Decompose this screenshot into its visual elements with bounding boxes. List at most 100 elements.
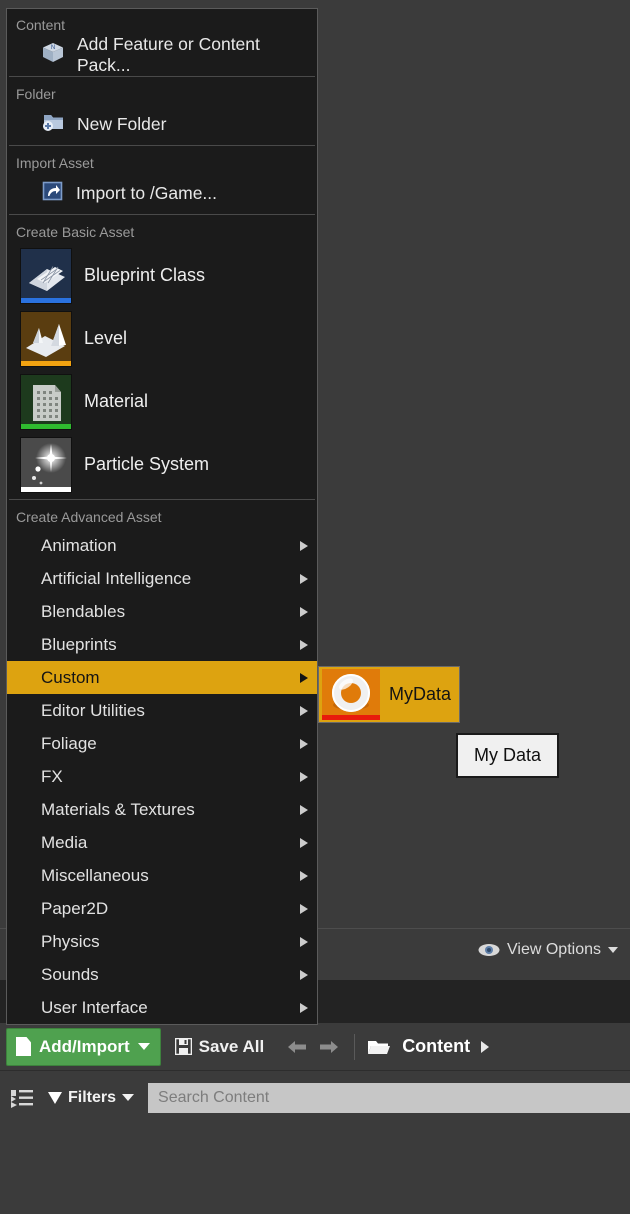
menu-item-label: Media — [41, 832, 88, 852]
menu-item-label: Physics — [41, 931, 100, 951]
content-browser-toolbar: Add/Import Save All Content — [0, 1023, 630, 1071]
add-import-label: Add/Import — [39, 1036, 130, 1056]
chevron-right-icon — [300, 837, 308, 848]
menu-separator — [9, 214, 315, 215]
section-heading-create-advanced-asset: Create Advanced Asset — [16, 509, 162, 525]
menu-item-import-to-game[interactable]: Import to /Game... — [7, 175, 317, 211]
menu-item-physics[interactable]: Physics — [7, 925, 317, 958]
toolbar-divider — [354, 1033, 356, 1060]
menu-item-label: Materials & Textures — [41, 799, 195, 819]
blueprint-class-icon — [20, 247, 72, 304]
submenu-item-mydata[interactable]: MyData — [319, 667, 459, 722]
content-pack-box-icon: N — [41, 41, 65, 69]
menu-item-blueprints[interactable]: Blueprints — [7, 628, 317, 661]
svg-text:N: N — [51, 45, 55, 51]
menu-item-miscellaneous[interactable]: Miscellaneous — [7, 859, 317, 892]
search-input[interactable] — [148, 1082, 630, 1113]
filters-label: Filters — [68, 1088, 117, 1106]
menu-separator — [9, 76, 315, 77]
tooltip: My Data — [456, 733, 560, 778]
save-all-label: Save All — [198, 1036, 265, 1056]
arrow-right-icon[interactable] — [318, 1038, 340, 1056]
section-heading-create-basic-asset: Create Basic Asset — [16, 224, 135, 240]
import-arrow-icon — [41, 180, 64, 207]
menu-item-label: Material — [84, 391, 149, 411]
material-icon — [20, 373, 72, 430]
menu-item-label: Custom — [41, 667, 100, 687]
breadcrumb[interactable]: Content — [367, 1036, 490, 1057]
menu-item-sounds[interactable]: Sounds — [7, 958, 317, 991]
menu-item-label: Import to /Game... — [76, 182, 218, 203]
chevron-down-icon — [137, 1043, 150, 1050]
menu-item-user-interface[interactable]: User Interface — [7, 991, 317, 1024]
chevron-right-icon[interactable] — [481, 1040, 490, 1053]
menu-item-label: FX — [41, 766, 63, 786]
chevron-right-icon — [300, 969, 308, 980]
chevron-right-icon — [300, 672, 308, 683]
menu-item-particle-system[interactable]: Particle System — [7, 433, 317, 496]
asset-accent-bar — [21, 297, 71, 303]
menu-item-materials-and-textures[interactable]: Materials & Textures — [7, 793, 317, 826]
menu-item-blendables[interactable]: Blendables — [7, 595, 317, 628]
particle-system-icon — [20, 436, 72, 493]
save-all-button[interactable]: Save All — [174, 1036, 265, 1057]
menu-item-editor-utilities[interactable]: Editor Utilities — [7, 694, 317, 727]
tree-view-icon[interactable] — [10, 1088, 34, 1108]
chevron-right-icon — [300, 639, 308, 650]
menu-item-blueprint-class[interactable]: Blueprint Class — [7, 244, 317, 307]
menu-item-label: Add Feature or Content Pack... — [77, 34, 260, 75]
menu-item-label: New Folder — [77, 113, 167, 134]
menu-item-label: Artificial Intelligence — [41, 568, 192, 588]
add-import-button[interactable]: Add/Import — [6, 1027, 161, 1066]
menu-item-media[interactable]: Media — [7, 826, 317, 859]
chevron-right-icon — [300, 1002, 308, 1013]
menu-item-label: Foliage — [41, 733, 97, 753]
level-icon — [20, 310, 72, 367]
menu-item-label: Paper2D — [41, 898, 109, 918]
view-options-button[interactable]: View Options — [478, 941, 618, 959]
menu-item-material[interactable]: Material — [7, 370, 317, 433]
menu-item-label: User Interface — [41, 997, 148, 1017]
chevron-right-icon — [300, 705, 308, 716]
chevron-right-icon — [300, 903, 308, 914]
chevron-right-icon — [300, 936, 308, 947]
menu-item-label: Miscellaneous — [41, 865, 149, 885]
asset-accent-bar — [21, 423, 71, 429]
asset-creation-context-menu: Content N Add Feature or Content Pack...… — [6, 8, 318, 1025]
menu-item-foliage[interactable]: Foliage — [7, 727, 317, 760]
asset-accent-bar — [21, 486, 71, 492]
menu-item-paper2d[interactable]: Paper2D — [7, 892, 317, 925]
menu-item-add-feature-or-content-pack[interactable]: N Add Feature or Content Pack... — [7, 34, 317, 75]
custom-submenu: MyData — [318, 666, 460, 723]
chevron-right-icon — [300, 771, 308, 782]
menu-separator — [9, 145, 315, 146]
section-heading-folder: Folder — [16, 86, 56, 102]
navigation-arrows — [286, 1038, 340, 1056]
submenu-item-label: MyData — [389, 684, 452, 704]
view-options-label: View Options — [507, 941, 601, 958]
menu-item-artificial-intelligence[interactable]: Artificial Intelligence — [7, 562, 317, 595]
menu-item-label: Level — [84, 328, 128, 348]
floppy-disk-icon — [174, 1037, 192, 1056]
tooltip-text: My Data — [474, 745, 542, 765]
menu-item-label: Blueprints — [41, 634, 117, 654]
chevron-right-icon — [300, 540, 308, 551]
chevron-down-icon — [122, 1094, 135, 1101]
chevron-right-icon — [300, 804, 308, 815]
menu-item-animation[interactable]: Animation — [7, 529, 317, 562]
menu-separator — [9, 499, 315, 500]
chevron-right-icon — [300, 606, 308, 617]
funnel-icon — [48, 1091, 62, 1104]
arrow-left-icon[interactable] — [286, 1038, 308, 1056]
asset-accent-bar — [21, 360, 71, 366]
menu-item-fx[interactable]: FX — [7, 760, 317, 793]
menu-item-custom[interactable]: Custom — [7, 661, 317, 694]
filters-button[interactable]: Filters — [48, 1088, 135, 1107]
menu-item-label: Blendables — [41, 601, 126, 621]
filter-search-row: Filters — [0, 1079, 630, 1116]
chevron-down-icon — [608, 947, 618, 953]
folder-open-icon — [367, 1038, 391, 1056]
menu-item-new-folder[interactable]: New Folder — [7, 106, 317, 142]
menu-item-level[interactable]: Level — [7, 307, 317, 370]
document-icon — [16, 1037, 31, 1056]
